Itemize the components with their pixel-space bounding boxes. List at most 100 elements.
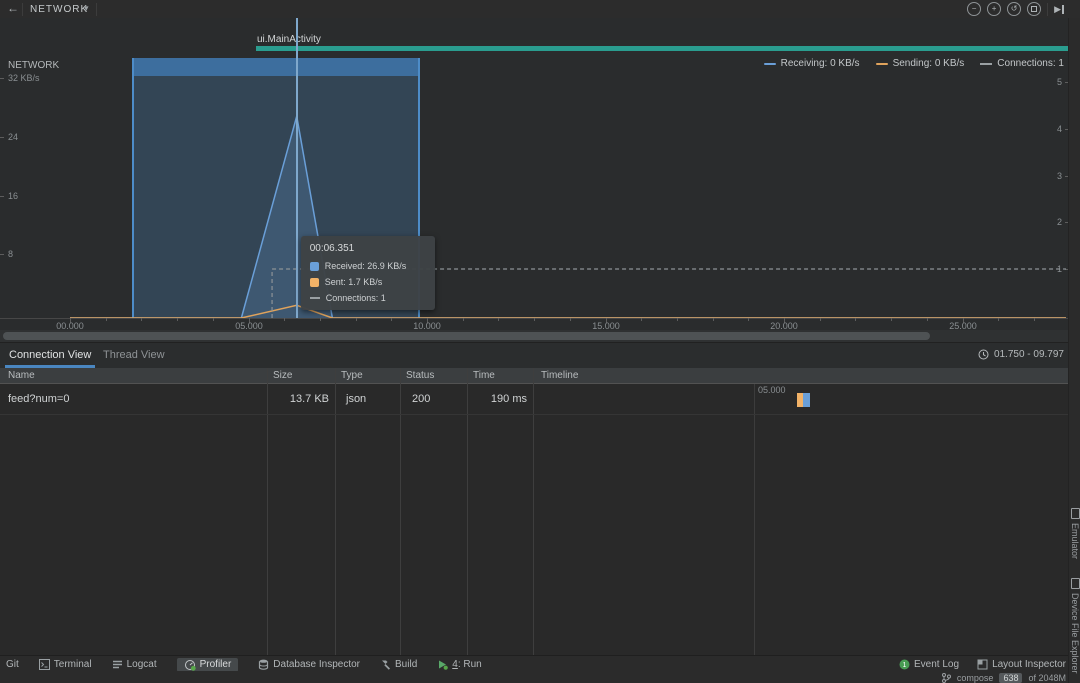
stripe-device-file-explorer[interactable]: Device File Explorer xyxy=(1069,578,1080,674)
view-tabs: Connection View Thread View 01.750 - 09.… xyxy=(0,342,1080,370)
x-axis-ticks xyxy=(0,318,1068,324)
x-axis-tick xyxy=(534,318,535,321)
network-timeline-chart: ui.MainActivity Receiving: 0 KB/s Sendin… xyxy=(0,18,1080,330)
toolwin-terminal[interactable]: Terminal xyxy=(39,659,92,670)
git-branch-icon xyxy=(942,673,951,683)
memory-used[interactable]: 638 xyxy=(999,673,1022,683)
network-chart-svg xyxy=(0,18,1068,330)
build-hammer-icon xyxy=(380,659,391,670)
status-bar: compose 638 of 2048M xyxy=(0,671,1080,683)
col-header-size[interactable]: Size xyxy=(273,370,292,381)
sent-chip-icon xyxy=(310,278,319,287)
received-chip-icon xyxy=(310,262,319,271)
cell-type: json xyxy=(346,393,366,405)
connections-chip-icon xyxy=(310,297,320,299)
back-arrow-icon[interactable]: ← xyxy=(7,1,19,15)
right-tool-stripe: Emulator Device File Explorer xyxy=(1068,18,1080,683)
cell-status: 200 xyxy=(412,393,430,405)
jump-to-live-icon[interactable]: ▶ xyxy=(1054,4,1064,15)
emulator-icon xyxy=(1071,508,1080,519)
series-Sending (KB/s) xyxy=(70,305,1066,318)
timeline-scrollbar xyxy=(0,330,1080,342)
tool-window-bar-right: 1 Event Log Layout Inspector xyxy=(899,659,1066,670)
x-axis-tick xyxy=(391,318,392,321)
toolwin-logcat[interactable]: Logcat xyxy=(112,659,157,670)
col-header-name[interactable]: Name xyxy=(8,370,35,381)
cell-name: feed?num=0 xyxy=(8,393,69,405)
profiler-toolbar: ← NETWORK ▾ − + ↺ ▶ xyxy=(0,0,1080,20)
x-axis-tick xyxy=(891,318,892,321)
toolwin-database-inspector[interactable]: Database Inspector xyxy=(258,659,360,670)
x-axis-tick xyxy=(498,318,499,321)
tab-connection-view[interactable]: Connection View xyxy=(9,349,91,361)
toolwin-layout-inspector[interactable]: Layout Inspector xyxy=(977,659,1066,670)
col-header-type[interactable]: Type xyxy=(341,370,363,381)
clock-icon xyxy=(978,349,989,360)
cell-time: 190 ms xyxy=(467,393,527,405)
zoom-controls: − + ↺ ▶ xyxy=(967,2,1064,16)
col-header-time[interactable]: Time xyxy=(473,370,495,381)
zoom-in-icon[interactable]: + xyxy=(987,2,1001,16)
x-axis-tick xyxy=(213,318,214,321)
connections-table: Name Size Type Status Time Timeline 05.0… xyxy=(0,368,1080,655)
x-axis-tick xyxy=(820,318,821,321)
svg-text:1: 1 xyxy=(903,662,907,669)
table-row[interactable]: feed?num=0 13.7 KB json 200 190 ms xyxy=(0,384,1080,415)
x-axis-tick xyxy=(463,318,464,321)
dropdown-arrow-icon[interactable]: ▾ xyxy=(84,3,89,14)
received-area xyxy=(70,116,1066,318)
col-header-status[interactable]: Status xyxy=(406,370,434,381)
x-axis-tick xyxy=(748,318,749,321)
x-axis-tick xyxy=(284,318,285,321)
x-axis-tick xyxy=(177,318,178,321)
zoom-to-fit-icon[interactable] xyxy=(1027,2,1041,16)
toolbar-separator xyxy=(22,3,23,16)
toolwin-profiler[interactable]: Profiler xyxy=(177,658,239,672)
device-file-explorer-icon xyxy=(1071,578,1080,589)
col-header-timeline[interactable]: Timeline xyxy=(541,370,578,381)
stripe-emulator[interactable]: Emulator xyxy=(1069,508,1080,559)
tooltip-connections: Connections: 1 xyxy=(310,293,426,303)
x-axis-tick xyxy=(998,318,999,321)
toolwin-build[interactable]: Build xyxy=(380,659,417,670)
x-axis-tick xyxy=(141,318,142,321)
toolwin-git[interactable]: Git xyxy=(6,659,19,670)
playhead-line[interactable] xyxy=(296,18,298,318)
memory-total: of 2048M xyxy=(1028,673,1066,683)
x-axis-tick xyxy=(356,318,357,321)
x-axis-tick xyxy=(677,318,678,321)
database-icon xyxy=(258,659,269,670)
reset-zoom-icon[interactable]: ↺ xyxy=(1007,2,1021,16)
toolwin-run[interactable]: 4: Run xyxy=(437,659,481,670)
timeline-gridline xyxy=(754,384,755,655)
request-timeline-marker[interactable] xyxy=(797,393,810,407)
x-axis-tick xyxy=(927,318,928,321)
tab-thread-view[interactable]: Thread View xyxy=(103,349,165,361)
run-play-icon xyxy=(437,659,448,670)
toolwin-event-log[interactable]: 1 Event Log xyxy=(899,659,959,670)
toolbar-separator xyxy=(96,3,97,16)
profiler-icon xyxy=(184,659,196,671)
x-axis-tick xyxy=(320,318,321,321)
x-axis-tick xyxy=(570,318,571,321)
session-selector[interactable]: NETWORK xyxy=(30,4,88,15)
cell-size: 13.7 KB xyxy=(267,393,329,405)
x-axis-tick xyxy=(855,318,856,321)
tooltip-sent: Sent: 1.7 KB/s xyxy=(310,277,426,287)
series-Receiving (KB/s) xyxy=(70,116,1066,318)
zoom-out-icon[interactable]: − xyxy=(967,2,981,16)
logcat-icon xyxy=(112,659,123,670)
android-studio-profiler-window: ← NETWORK ▾ − + ↺ ▶ ui.MainActivity Rece… xyxy=(0,0,1080,683)
received-portion xyxy=(803,393,809,407)
table-header: Name Size Type Status Time Timeline xyxy=(0,368,1080,384)
status-bar-right: compose 638 of 2048M xyxy=(942,673,1066,683)
terminal-icon xyxy=(39,659,50,670)
x-axis-tick xyxy=(713,318,714,321)
x-axis-tick xyxy=(1034,318,1035,321)
tooltip-time: 00:06.351 xyxy=(310,243,426,254)
selected-range-label: 01.750 - 09.797 xyxy=(978,349,1064,360)
git-branch-name[interactable]: compose xyxy=(957,673,994,683)
x-axis-tick xyxy=(641,318,642,321)
event-log-icon: 1 xyxy=(899,659,910,670)
timeline-scrollbar-thumb[interactable] xyxy=(3,332,930,340)
